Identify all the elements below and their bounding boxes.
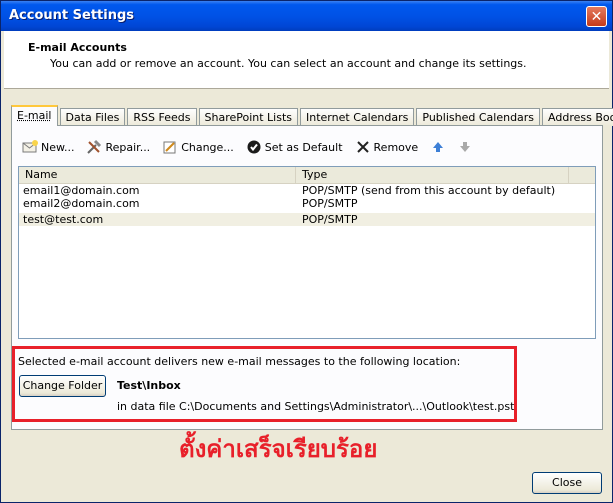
tools-icon <box>86 139 102 155</box>
remove-button[interactable]: Remove <box>355 139 419 155</box>
arrow-up-icon <box>430 139 446 155</box>
tab-address-books[interactable]: Address Books <box>542 108 613 126</box>
list-header: Name Type <box>19 167 595 184</box>
title-bar[interactable]: Account Settings ✕ <box>1 1 612 31</box>
account-type: POP/SMTP (send from this account by defa… <box>296 184 569 197</box>
list-item[interactable]: email1@domain.com POP/SMTP (send from th… <box>19 184 595 197</box>
column-header-name[interactable]: Name <box>19 167 296 183</box>
account-name: email2@domain.com <box>19 197 296 210</box>
toolbar: New... Repair... Change... Set as Defaul… <box>22 136 488 158</box>
tab-strip: E-mail Data Files RSS Feeds SharePoint L… <box>11 105 613 126</box>
change-account-icon <box>162 139 178 155</box>
move-up-button[interactable] <box>430 139 449 155</box>
list-item[interactable]: email2@domain.com POP/SMTP <box>19 197 595 210</box>
account-settings-window: Account Settings ✕ E-mail Accounts You c… <box>0 0 613 503</box>
change-button[interactable]: Change... <box>162 139 234 155</box>
account-name: email1@domain.com <box>19 184 296 197</box>
close-button[interactable]: Close <box>532 472 602 494</box>
tab-rss-feeds[interactable]: RSS Feeds <box>127 108 196 126</box>
set-as-default-button[interactable]: Set as Default <box>246 139 343 155</box>
repair-button[interactable]: Repair... <box>86 139 150 155</box>
header-title: E-mail Accounts <box>28 41 127 54</box>
tab-internet-calendars[interactable]: Internet Calendars <box>300 108 414 126</box>
new-mail-icon <box>22 139 38 155</box>
close-window-icon[interactable]: ✕ <box>586 6 607 27</box>
arrow-down-icon <box>457 139 473 155</box>
remove-x-icon <box>355 139 371 155</box>
tab-data-files[interactable]: Data Files <box>60 108 126 126</box>
account-list[interactable]: Name Type email1@domain.com POP/SMTP (se… <box>18 166 596 339</box>
column-header-type[interactable]: Type <box>296 167 569 183</box>
checkmark-circle-icon <box>246 139 262 155</box>
tab-email[interactable]: E-mail <box>11 105 58 126</box>
list-item-selected[interactable]: test@test.com POP/SMTP <box>19 213 595 226</box>
annotation-text: ตั้งค่าเสร็จเรียบร้อย <box>179 429 377 468</box>
header-subtitle: You can add or remove an account. You ca… <box>50 57 527 70</box>
account-type: POP/SMTP <box>296 197 569 210</box>
red-highlight-box <box>12 346 517 422</box>
account-name: test@test.com <box>19 213 296 226</box>
move-down-button[interactable] <box>457 139 476 155</box>
new-button[interactable]: New... <box>22 139 74 155</box>
tab-sharepoint-lists[interactable]: SharePoint Lists <box>199 108 299 126</box>
window-title: Account Settings <box>9 8 134 23</box>
header-band: E-mail Accounts You can add or remove an… <box>4 31 609 89</box>
account-type: POP/SMTP <box>296 213 569 226</box>
tab-published-calendars[interactable]: Published Calendars <box>416 108 540 126</box>
